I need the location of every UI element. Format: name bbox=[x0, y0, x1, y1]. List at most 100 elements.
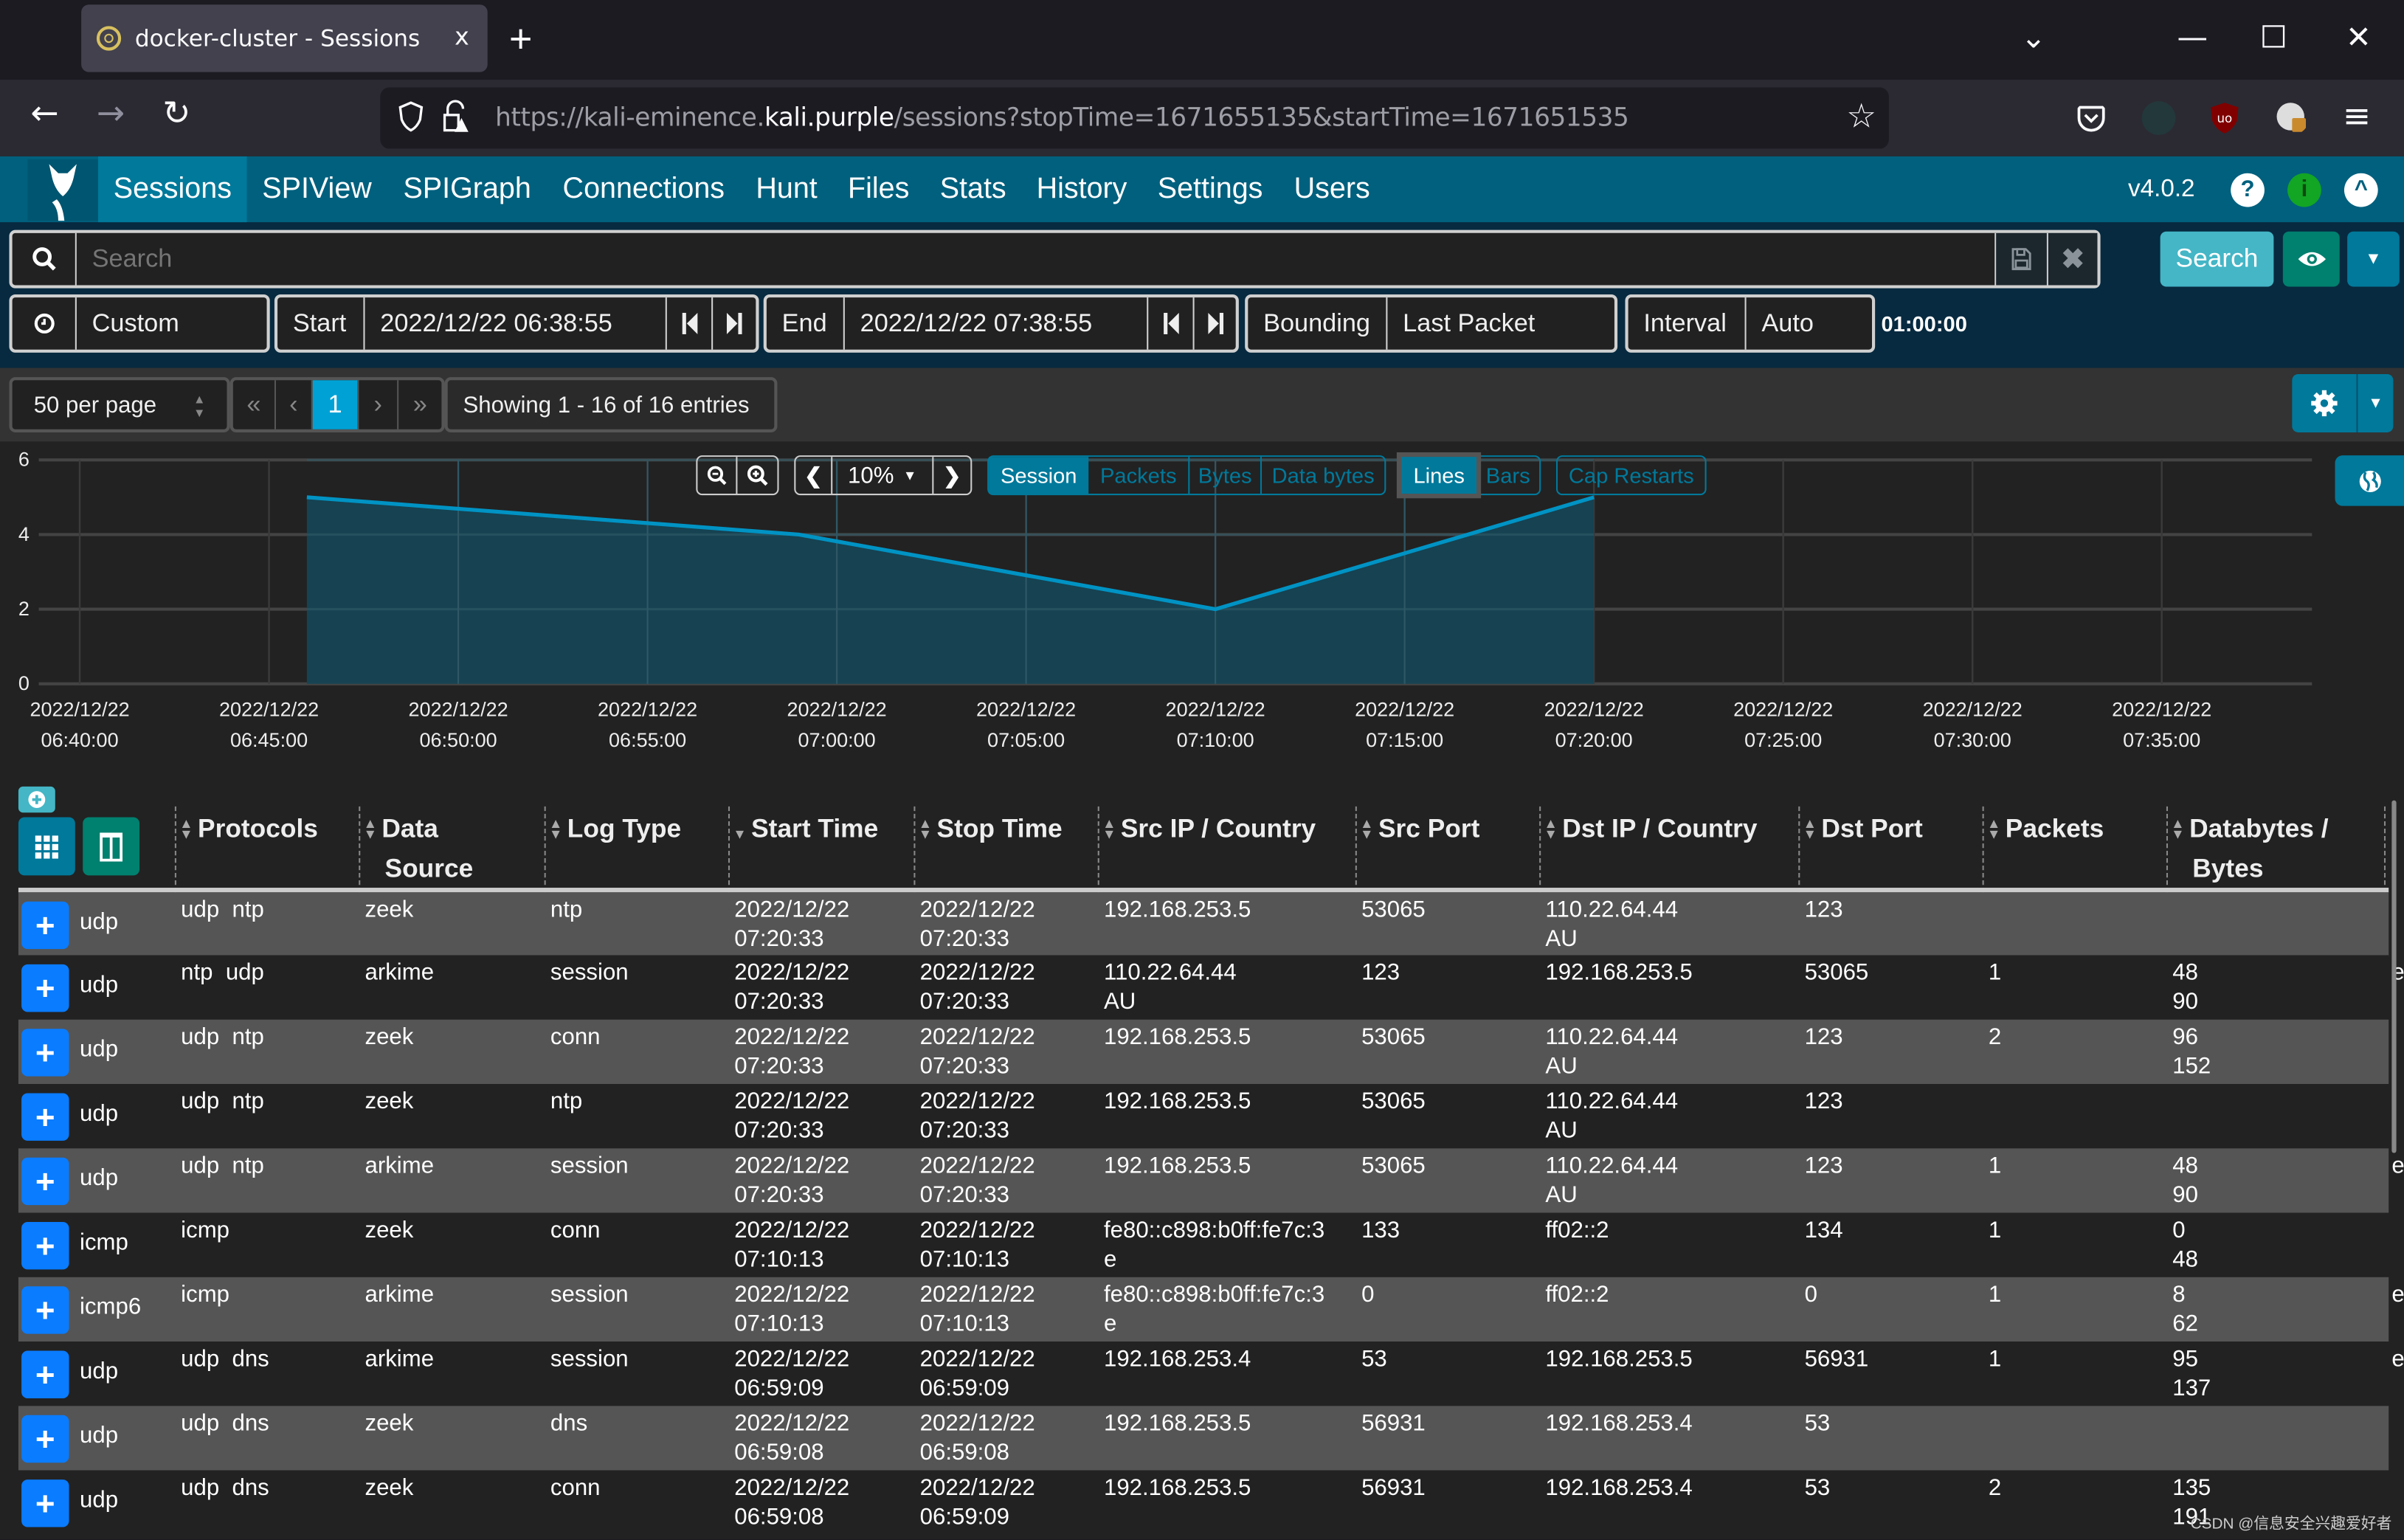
end-time-input[interactable]: 2022/12/22 07:38:55 bbox=[845, 297, 1149, 350]
dst-port-cell[interactable]: 123 bbox=[1805, 1151, 1843, 1180]
nav-hunt[interactable]: Hunt bbox=[741, 156, 833, 222]
column-resize-handle[interactable] bbox=[1097, 806, 1099, 893]
browser-tab-active[interactable]: docker-cluster - Sessions x bbox=[81, 4, 488, 72]
start-step-back-icon[interactable] bbox=[667, 297, 714, 350]
column-header[interactable]: ▲ ▼ Protocols bbox=[179, 809, 318, 849]
src-port-cell[interactable]: 53065 bbox=[1361, 1087, 1426, 1116]
bookmark-star-icon[interactable]: ☆ bbox=[1846, 97, 1876, 137]
sort-desc-icon[interactable]: ▼ bbox=[733, 819, 748, 841]
column-header[interactable]: ▲ ▼ Dst IP / Country bbox=[1544, 809, 1757, 849]
column-header[interactable]: ▲ ▼ Data Source bbox=[363, 809, 473, 889]
src-ip-cell[interactable]: 192.168.253.4 bbox=[1104, 1344, 1251, 1373]
address-bar[interactable]: https://kali-eminence.kali.purple/sessio… bbox=[380, 87, 1889, 149]
nav-stats[interactable]: Stats bbox=[925, 156, 1022, 222]
column-resize-handle[interactable] bbox=[728, 806, 730, 893]
account-avatar-icon[interactable] bbox=[2141, 101, 2176, 135]
keepassxc-icon[interactable] bbox=[2275, 101, 2309, 135]
nav-history[interactable]: History bbox=[1021, 156, 1142, 222]
src-ip-cell[interactable]: 192.168.253.5 bbox=[1104, 895, 1251, 924]
sort-icon[interactable]: ▲ ▼ bbox=[549, 816, 564, 840]
nav-spigraph[interactable]: SPIGraph bbox=[388, 156, 547, 222]
metric-bytes[interactable]: Bytes bbox=[1189, 457, 1263, 494]
end-step-back-icon[interactable] bbox=[1148, 297, 1195, 350]
src-port-cell[interactable]: 53065 bbox=[1361, 1023, 1426, 1052]
pan-right-icon[interactable]: ❯ bbox=[933, 457, 970, 494]
column-resize-handle[interactable] bbox=[2166, 806, 2169, 893]
pan-left-icon[interactable]: ❮ bbox=[795, 457, 833, 494]
sort-icon[interactable]: ▲ ▼ bbox=[1544, 816, 1559, 840]
table-row[interactable]: + udp udp dns zeek dns 2022/12/22 06:59:08 2022… bbox=[18, 1406, 2389, 1471]
src-ip-cell[interactable]: 192.168.253.5 bbox=[1104, 1151, 1251, 1180]
start-time-input[interactable]: 2022/12/22 06:38:55 bbox=[365, 297, 667, 350]
dst-port-cell[interactable]: 0 bbox=[1805, 1280, 1817, 1309]
column-header[interactable]: ▲ ▼ Src IP / Country bbox=[1102, 809, 1316, 849]
minimize-button[interactable]: — bbox=[2177, 18, 2208, 55]
column-settings-button[interactable] bbox=[2292, 373, 2357, 432]
last-page-button[interactable]: » bbox=[398, 380, 441, 429]
dst-ip-cell[interactable]: 110.22.64.44 AU bbox=[1545, 1087, 1678, 1145]
dst-port-cell[interactable]: 123 bbox=[1805, 1087, 1843, 1116]
src-ip-cell[interactable]: 192.168.253.5 bbox=[1104, 1409, 1251, 1437]
column-header[interactable]: ▲ ▼ Stop Time bbox=[919, 809, 1063, 849]
metric-session[interactable]: Session bbox=[989, 457, 1089, 494]
info-icon[interactable]: i bbox=[2287, 173, 2321, 207]
insecure-lock-icon[interactable] bbox=[441, 100, 469, 134]
collapse-up-icon[interactable]: ^ bbox=[2343, 173, 2378, 207]
table-row[interactable]: + udp ntp udp arkime session 2022/12/22 07:20:… bbox=[18, 955, 2404, 1020]
dst-port-cell[interactable]: 134 bbox=[1805, 1216, 1843, 1245]
ublock-origin-icon[interactable]: uo bbox=[2208, 101, 2242, 135]
zoom-out-icon[interactable] bbox=[697, 457, 738, 494]
help-icon[interactable]: ? bbox=[2231, 173, 2265, 207]
src-port-cell[interactable]: 133 bbox=[1361, 1216, 1400, 1245]
add-column-button[interactable] bbox=[18, 786, 55, 813]
interval-select[interactable]: Auto bbox=[1747, 297, 1872, 350]
forward-button[interactable]: → bbox=[97, 95, 125, 134]
close-window-button[interactable]: ✕ bbox=[2346, 18, 2372, 55]
nav-spiview[interactable]: SPIView bbox=[247, 156, 387, 222]
tracking-shield-icon[interactable] bbox=[398, 101, 424, 132]
first-page-button[interactable]: « bbox=[233, 380, 277, 429]
column-header[interactable]: ▲ ▼ Dst Port bbox=[1803, 809, 1922, 849]
column-header[interactable]: ▼ Start Time bbox=[733, 809, 878, 849]
expand-row-button[interactable]: + bbox=[21, 1222, 69, 1270]
sort-icon[interactable]: ▲ ▼ bbox=[1360, 816, 1375, 840]
url-text[interactable]: https://kali-eminence.kali.purple/sessio… bbox=[495, 103, 1629, 131]
table-scrollbar[interactable] bbox=[2391, 800, 2397, 1153]
per-page-select[interactable]: 50 per page ▲ ▼ bbox=[9, 377, 230, 432]
column-header[interactable]: ▲ ▼ Databytes / Bytes bbox=[2171, 809, 2328, 889]
src-ip-cell[interactable]: fe80::c898:b0ff:fe7c:3 e bbox=[1104, 1216, 1324, 1274]
table-row[interactable]: + icmp6 icmp arkime session 2022/12/22 07:10:1… bbox=[18, 1277, 2404, 1342]
arkime-owl-logo[interactable] bbox=[27, 159, 98, 221]
maximize-button[interactable]: ☐ bbox=[2260, 18, 2287, 55]
dst-ip-cell[interactable]: 110.22.64.44 AU bbox=[1545, 1151, 1678, 1209]
pocket-icon[interactable] bbox=[2074, 101, 2108, 135]
column-layout-button[interactable] bbox=[83, 817, 140, 876]
app-menu-icon[interactable]: ≡ bbox=[2343, 98, 2371, 137]
dst-ip-cell[interactable]: 192.168.253.5 bbox=[1545, 1344, 1692, 1373]
column-resize-handle[interactable] bbox=[1798, 806, 1800, 893]
dst-ip-cell[interactable]: 110.22.64.44 AU bbox=[1545, 895, 1678, 953]
open-all-sessions-button[interactable] bbox=[18, 817, 75, 876]
sort-icon[interactable]: ▲ ▼ bbox=[919, 816, 934, 840]
src-ip-cell[interactable]: 192.168.253.5 bbox=[1104, 1023, 1251, 1052]
column-resize-handle[interactable] bbox=[1982, 806, 1984, 893]
pan-percent-select[interactable]: 10% ▼ bbox=[832, 457, 934, 494]
expand-row-button[interactable]: + bbox=[21, 1350, 69, 1398]
src-ip-cell[interactable]: 192.168.253.5 bbox=[1104, 1087, 1251, 1116]
src-ip-cell[interactable]: 192.168.253.5 bbox=[1104, 1474, 1251, 1502]
table-row[interactable]: + udp udp dns arkime session 2022/12/22 06:59:… bbox=[18, 1342, 2404, 1406]
expand-row-button[interactable]: + bbox=[21, 1157, 69, 1206]
next-page-button[interactable]: › bbox=[359, 380, 399, 429]
column-resize-handle[interactable] bbox=[913, 806, 916, 893]
metric-packets[interactable]: Packets bbox=[1088, 457, 1190, 494]
time-preset-value[interactable]: Custom bbox=[77, 297, 195, 350]
save-expression-icon[interactable] bbox=[1996, 232, 2048, 286]
nav-files[interactable]: Files bbox=[832, 156, 925, 222]
table-row[interactable]: + udp udp ntp zeek ntp 2022/12/22 07:20:33 2022… bbox=[18, 1084, 2389, 1149]
nav-connections[interactable]: Connections bbox=[548, 156, 740, 222]
dst-ip-cell[interactable]: 192.168.253.5 bbox=[1545, 959, 1692, 987]
expand-row-button[interactable]: + bbox=[21, 1093, 69, 1141]
src-port-cell[interactable]: 56931 bbox=[1361, 1409, 1426, 1437]
column-resize-handle[interactable] bbox=[1539, 806, 1541, 893]
sort-icon[interactable]: ▲ ▼ bbox=[1803, 816, 1818, 840]
